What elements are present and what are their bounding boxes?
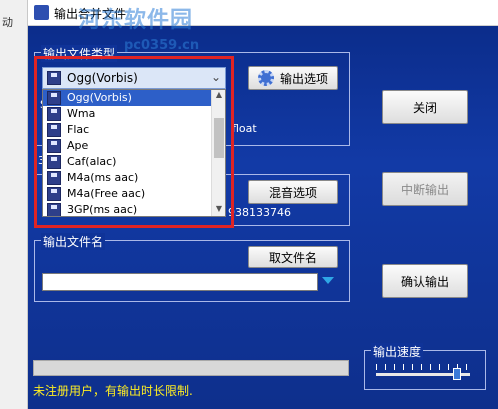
title-bar: 输出合并文件 河东软件园 (28, 0, 498, 33)
speed-group: 输出速度 (364, 343, 486, 390)
get-filename-label: 取文件名 (268, 250, 317, 265)
filename-label: 输出文件名 (41, 233, 106, 250)
close-label: 关闭 (412, 100, 437, 115)
output-options-label: 输出选项 (279, 71, 328, 86)
unregistered-notice: 未注册用户，有输出时长限制. (33, 384, 193, 398)
output-merge-dialog: 输出合并文件 河东软件园 pc0359.cn 输出文件类型 S float 输出… (28, 0, 498, 409)
app-icon (34, 5, 49, 20)
mix-options-label: 混音选项 (268, 185, 317, 200)
speed-label: 输出速度 (371, 343, 424, 360)
watermark-url: pc0359.cn (124, 38, 200, 53)
confirm-output-label: 确认输出 (400, 274, 449, 289)
output-options-button[interactable]: 输出选项 (248, 66, 338, 90)
stop-output-label: 中断输出 (400, 182, 449, 197)
background-window: 动 (0, 0, 28, 409)
triangle-down-icon[interactable] (322, 277, 334, 284)
close-button[interactable]: 关闭 (382, 90, 468, 124)
background-window-label: 动 (2, 16, 13, 29)
stop-output-button[interactable]: 中断输出 (382, 172, 468, 206)
confirm-output-button[interactable]: 确认输出 (382, 264, 468, 298)
speed-slider-thumb[interactable] (453, 368, 462, 380)
partial-label-float: float (232, 122, 257, 135)
gear-icon (257, 70, 274, 86)
get-filename-button[interactable]: 取文件名 (248, 246, 338, 268)
highlight-box (34, 56, 234, 228)
output-progress-bar (33, 360, 349, 376)
filename-input[interactable] (42, 273, 318, 291)
mix-options-button[interactable]: 混音选项 (248, 180, 338, 204)
partial-value: 938133746 (228, 206, 291, 219)
watermark-logo: 河东软件园 (78, 8, 194, 33)
